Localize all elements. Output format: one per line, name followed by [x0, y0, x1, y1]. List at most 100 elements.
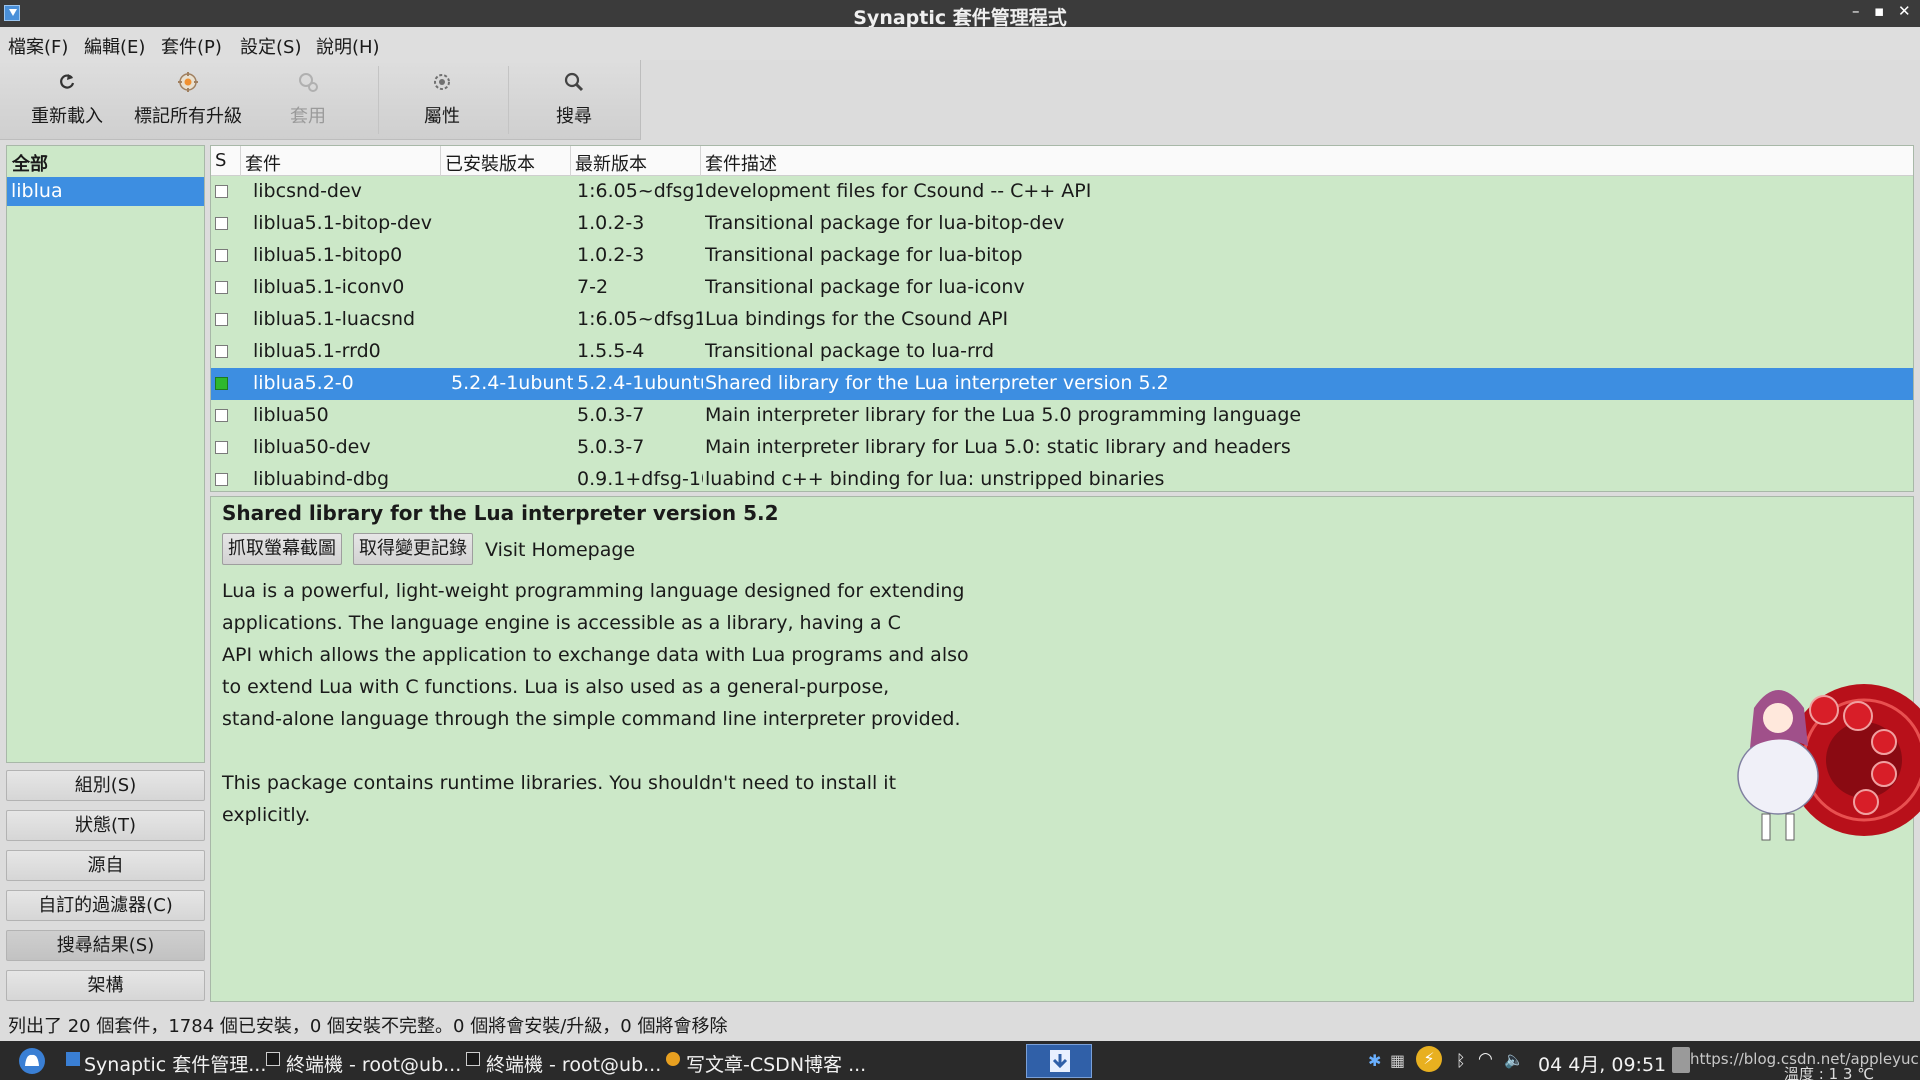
wifi-icon[interactable]: ◠	[1478, 1049, 1493, 1069]
get-screenshot-button[interactable]: 抓取螢幕截圖	[222, 533, 342, 565]
properties-icon	[430, 70, 454, 94]
package-description-cell: Transitional package for lua-bitop-dev	[705, 212, 1065, 234]
package-status-checkbox[interactable]	[215, 473, 228, 486]
package-name-cell: liblua5.1-iconv0	[253, 276, 405, 298]
package-description-cell: Shared library for the Lua interpreter v…	[705, 372, 1169, 394]
origin-filter-button[interactable]: 源自	[6, 850, 205, 881]
temperature-readout: 溫度 : 1 3 ℃	[1784, 1065, 1875, 1080]
table-row[interactable]: liblua5.2-05.2.4-1ubuntu15.2.4-1ubuntu1S…	[211, 368, 1913, 400]
latest-version-cell: 5.2.4-1ubuntu1	[577, 372, 703, 394]
package-status-checkbox[interactable]	[215, 377, 228, 390]
search-results-button[interactable]: 搜尋結果(S)	[6, 930, 205, 961]
apply-button[interactable]: 套用	[266, 60, 350, 140]
package-description-cell: Transitional package for lua-iconv	[705, 276, 1025, 298]
keyboard-tray-icon[interactable]: ▦	[1390, 1051, 1405, 1070]
table-row[interactable]: liblua5.1-iconv0 7-2 Transitional package …	[211, 272, 1913, 304]
package-status-checkbox[interactable]	[215, 345, 228, 358]
download-applet[interactable]	[1026, 1044, 1092, 1078]
properties-button[interactable]: 屬性	[400, 60, 484, 140]
latest-version-cell: 5.0.3-7	[577, 404, 645, 426]
menu-edit[interactable]: 編輯(E)	[84, 33, 145, 59]
minimize-button[interactable]: –	[1852, 2, 1860, 20]
column-installed-version[interactable]: 已安裝版本	[441, 146, 571, 176]
package-status-checkbox[interactable]	[215, 249, 228, 262]
volume-icon[interactable]: 🔈	[1504, 1050, 1524, 1069]
trash-icon[interactable]	[1672, 1047, 1690, 1073]
toolbar: 重新載入 標記所有升級 套用 屬性 搜尋	[0, 60, 641, 140]
menu-package[interactable]: 套件(P)	[161, 33, 222, 59]
installed-version-cell: 5.2.4-1ubuntu1	[451, 372, 573, 394]
column-status[interactable]: S	[211, 146, 241, 176]
package-name-cell: libluabind-dbg	[253, 468, 390, 490]
package-status-checkbox[interactable]	[215, 409, 228, 422]
get-changelog-button[interactable]: 取得變更記錄	[353, 533, 473, 565]
sections-filter-button[interactable]: 組別(S)	[6, 770, 205, 801]
table-row[interactable]: liblua5.1-luacsnd 1:6.05~dfsg1-7Lua bindi…	[211, 304, 1913, 336]
bluetooth-icon[interactable]: ᛒ	[1456, 1051, 1466, 1070]
latest-version-cell: 1.5.5-4	[577, 340, 645, 362]
menu-help[interactable]: 說明(H)	[316, 33, 380, 59]
latest-version-cell: 5.0.3-7	[577, 436, 645, 458]
task-terminal-1[interactable]: 終端機 - root@ub...	[286, 1050, 461, 1077]
table-row[interactable]: liblua50 5.0.3-7 Main interpreter library …	[211, 400, 1913, 432]
latest-version-cell: 1.0.2-3	[577, 244, 645, 266]
window-titlebar: Synaptic 套件管理程式 – ▪ ✕	[0, 0, 1920, 29]
detail-line: stand-alone language through the simple …	[222, 708, 961, 730]
reload-label: 重新載入	[31, 106, 103, 127]
custom-filters-button[interactable]: 自訂的過濾器(C)	[6, 890, 205, 921]
maximize-button[interactable]: ▪	[1874, 2, 1884, 20]
task-terminal-2[interactable]: 終端機 - root@ub...	[486, 1050, 661, 1077]
reload-button[interactable]: 重新載入	[20, 60, 114, 140]
detail-line: to extend Lua with C functions. Lua is a…	[222, 676, 890, 698]
task-browser[interactable]: 写文章-CSDN博客 ...	[686, 1050, 866, 1077]
detail-line: API which allows the application to exch…	[222, 644, 969, 666]
column-latest-version[interactable]: 最新版本	[571, 146, 701, 176]
package-name-cell: liblua5.2-0	[253, 372, 354, 394]
latest-version-cell: 1:6.05~dfsg1-7	[577, 180, 703, 202]
mark-all-upgrades-button[interactable]: 標記所有升級	[126, 60, 250, 140]
package-description-cell: Transitional package for lua-bitop	[705, 244, 1023, 266]
clock[interactable]: 04 4月, 09:51	[1538, 1050, 1666, 1077]
package-description-cell: luabind c++ binding for lua: unstripped …	[705, 468, 1165, 490]
properties-label: 屬性	[424, 106, 460, 127]
menu-settings[interactable]: 設定(S)	[240, 33, 301, 59]
power-tray-icon[interactable]: ⚡	[1416, 1046, 1442, 1072]
mark-all-upgrades-label: 標記所有升級	[134, 106, 242, 127]
menu-file[interactable]: 檔案(F)	[8, 33, 68, 59]
table-row[interactable]: liblua5.1-bitop0 1.0.2-3 Transitional pack…	[211, 240, 1913, 272]
start-menu-icon[interactable]	[16, 1046, 48, 1076]
package-status-checkbox[interactable]	[215, 313, 228, 326]
package-description-cell: Lua bindings for the Csound API	[705, 308, 1009, 330]
column-package[interactable]: 套件	[241, 146, 441, 176]
table-row[interactable]: libluabind-dbg 0.9.1+dfsg-10 luabind c++ b…	[211, 464, 1913, 491]
filter-liblua-item[interactable]: liblua	[7, 177, 204, 206]
search-button[interactable]: 搜尋	[532, 60, 616, 140]
bluetooth-tray-icon[interactable]: ✱	[1368, 1051, 1381, 1070]
column-description[interactable]: 套件描述	[701, 146, 1913, 176]
architecture-filter-button[interactable]: 架構	[6, 970, 205, 1001]
table-row[interactable]: liblua5.1-rrd0 1.5.5-4 Transitional packag…	[211, 336, 1913, 368]
package-name-cell: liblua50-dev	[253, 436, 371, 458]
window-title: Synaptic 套件管理程式	[853, 7, 1067, 29]
package-status-checkbox[interactable]	[215, 217, 228, 230]
desktop-mascot-widget[interactable]	[1724, 668, 1920, 858]
close-button[interactable]: ✕	[1898, 2, 1911, 20]
synaptic-task-icon	[66, 1052, 80, 1066]
table-row[interactable]: liblua5.1-bitop-dev 1.0.2-3 Transitional p…	[211, 208, 1913, 240]
filter-list: 全部 liblua	[6, 145, 205, 763]
search-icon	[562, 70, 586, 94]
package-description-cell: development files for Csound -- C++ API	[705, 180, 1092, 202]
package-status-checkbox[interactable]	[215, 185, 228, 198]
filter-all-item[interactable]: 全部	[7, 146, 204, 176]
visit-homepage-link[interactable]: Visit Homepage	[485, 539, 635, 561]
package-name-cell: liblua5.1-bitop0	[253, 244, 403, 266]
package-description-cell: Main interpreter library for the Lua 5.0…	[705, 404, 1302, 426]
package-status-checkbox[interactable]	[215, 281, 228, 294]
package-status-checkbox[interactable]	[215, 441, 228, 454]
detail-title: Shared library for the Lua interpreter v…	[222, 501, 779, 525]
table-row[interactable]: liblua50-dev 5.0.3-7 Main interpreter libr…	[211, 432, 1913, 464]
table-row[interactable]: libcsnd-dev 1:6.05~dfsg1-7development fil…	[211, 176, 1913, 208]
task-synaptic[interactable]: Synaptic 套件管理...	[84, 1050, 266, 1077]
status-filter-button[interactable]: 狀態(T)	[6, 810, 205, 841]
reload-icon	[55, 70, 79, 94]
